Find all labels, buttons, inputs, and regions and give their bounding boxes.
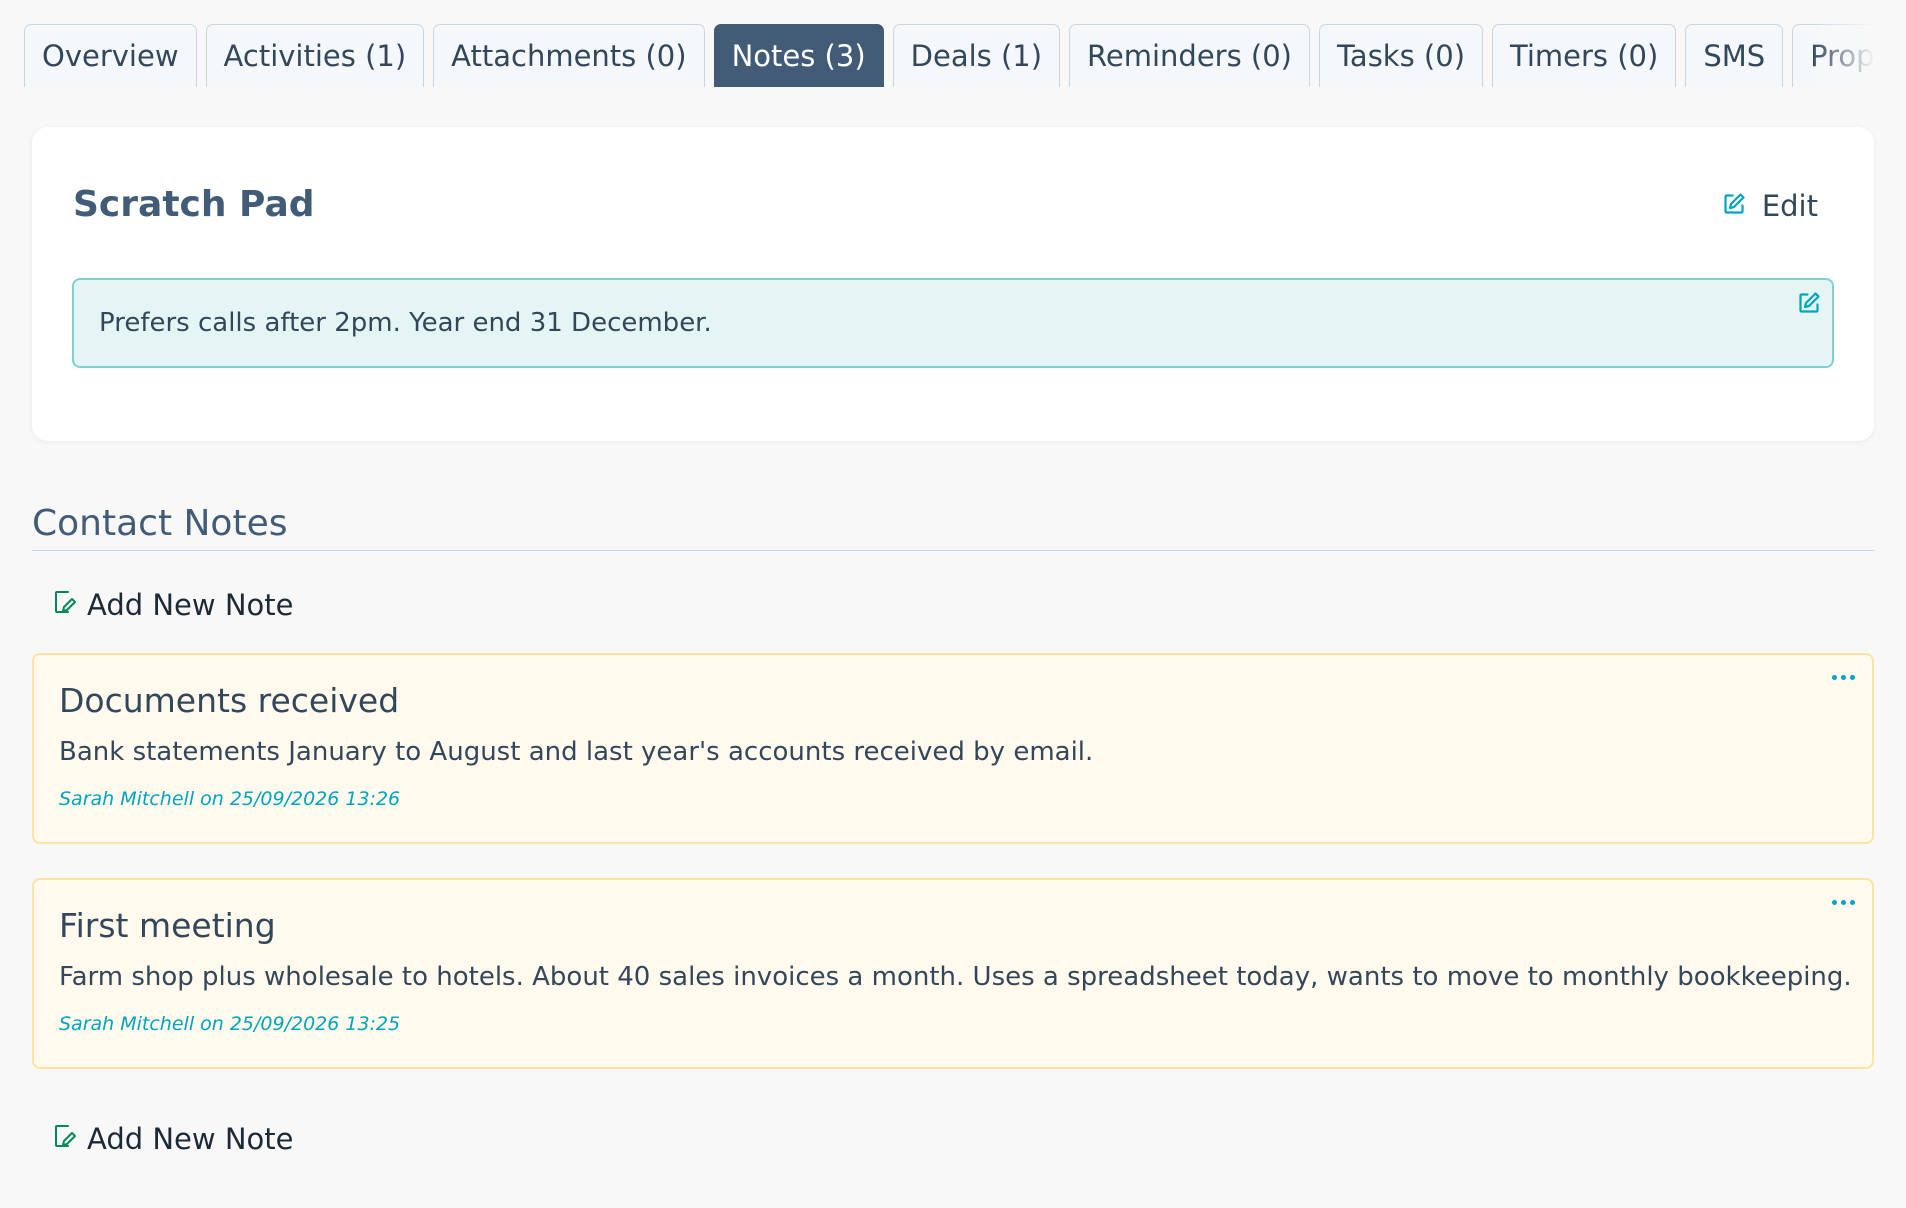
note-card: Documents received Bank statements Janua… (32, 653, 1874, 844)
note-body: Bank statements January to August and la… (59, 737, 1094, 767)
contact-notes-header: Contact Notes (32, 502, 1874, 551)
more-horizontal-icon[interactable] (1828, 896, 1859, 909)
tab-reminders[interactable]: Reminders (0) (1069, 24, 1311, 87)
edit-square-icon (1722, 189, 1746, 223)
more-horizontal-icon[interactable] (1828, 671, 1859, 684)
scratch-pad-edit-button[interactable]: Edit (1722, 189, 1818, 223)
contact-notes-title: Contact Notes (32, 503, 288, 544)
scratch-pad-title: Scratch Pad (73, 184, 315, 225)
tab-deals[interactable]: Deals (1) (892, 24, 1061, 87)
tab-overview[interactable]: Overview (24, 24, 197, 87)
tab-proposals[interactable]: Proposals (1792, 24, 1882, 87)
note-edit-icon (53, 1122, 77, 1156)
scratch-pad-text: Prefers calls after 2pm. Year end 31 Dec… (99, 308, 712, 338)
add-new-note-button[interactable]: Add New Note (53, 588, 293, 622)
note-title: First meeting (59, 906, 276, 945)
note-title: Documents received (59, 681, 400, 720)
tab-tasks[interactable]: Tasks (0) (1319, 24, 1484, 87)
tab-timers[interactable]: Timers (0) (1492, 24, 1677, 87)
tab-bar: Overview Activities (1) Attachments (0) … (24, 24, 1882, 87)
note-card: First meeting Farm shop plus wholesale t… (32, 878, 1874, 1069)
add-new-note-label: Add New Note (87, 1122, 294, 1156)
scratch-pad-edit-label: Edit (1761, 189, 1818, 223)
tab-sms[interactable]: SMS (1685, 24, 1784, 87)
tab-notes[interactable]: Notes (3) (713, 24, 884, 87)
note-author-timestamp: Sarah Mitchell on 25/09/2026 13:25 (59, 1013, 401, 1035)
note-edit-icon (53, 588, 77, 622)
note-author-timestamp: Sarah Mitchell on 25/09/2026 13:26 (59, 788, 401, 810)
tab-activities[interactable]: Activities (1) (205, 24, 425, 87)
edit-square-icon[interactable] (1797, 291, 1821, 319)
scratch-pad-content[interactable]: Prefers calls after 2pm. Year end 31 Dec… (72, 278, 1834, 368)
tab-attachments[interactable]: Attachments (0) (433, 24, 705, 87)
scratch-pad-card: Scratch Pad Edit Prefers calls after 2pm… (32, 127, 1874, 441)
add-new-note-label: Add New Note (87, 588, 294, 622)
tab-bar-container: Overview Activities (1) Attachments (0) … (24, 24, 1882, 87)
add-new-note-button[interactable]: Add New Note (53, 1122, 293, 1156)
note-body: Farm shop plus wholesale to hotels. Abou… (59, 962, 1852, 992)
